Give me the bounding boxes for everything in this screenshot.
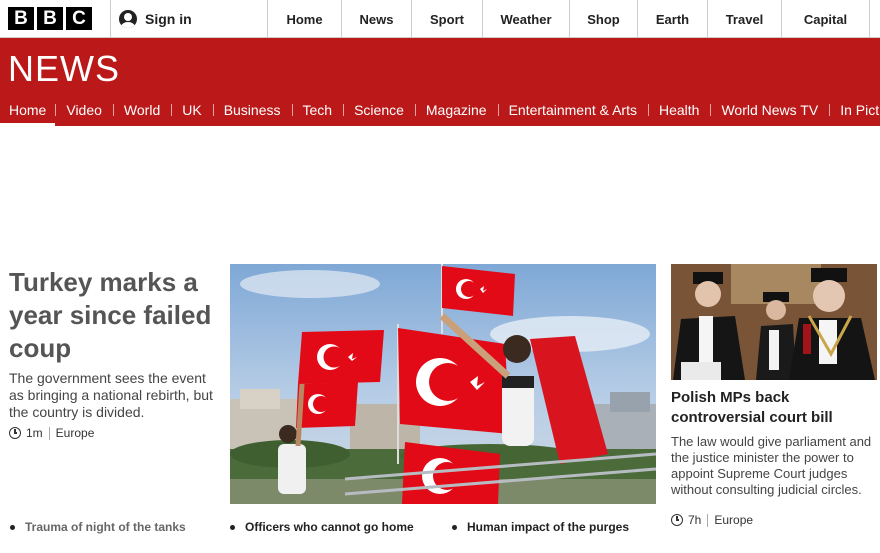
section-world-news-tv[interactable]: World News TV <box>710 100 829 120</box>
section-in-pictures[interactable]: In Pictures <box>829 100 880 120</box>
sign-in-link[interactable]: Sign in <box>110 0 268 38</box>
lead-story-headline[interactable]: Turkey marks a year since failed coup <box>9 266 219 365</box>
sign-in-label: Sign in <box>145 11 192 27</box>
section-nav: Home Video World UK Business Tech Scienc… <box>0 96 880 126</box>
news-masthead: NEWS Home Video World UK Business Tech S… <box>0 38 880 126</box>
user-avatar-icon <box>119 10 137 28</box>
lead-story-summary: The government sees the event as bringin… <box>9 370 213 420</box>
side-story-headline[interactable]: Polish MPs back controversial court bill <box>671 388 877 428</box>
top-nav: Home News Sport Weather Shop Earth Trave… <box>268 0 870 38</box>
side-story-summary: The law would give parliament and the ju… <box>671 434 872 497</box>
judges-photo <box>671 264 877 380</box>
lead-story-section-link[interactable]: Europe <box>56 426 95 440</box>
section-home[interactable]: Home <box>0 100 56 126</box>
related-link-3-label: Human impact of the purges <box>467 520 630 534</box>
section-uk[interactable]: UK <box>171 100 212 120</box>
top-nav-travel[interactable]: Travel <box>708 0 782 38</box>
related-link-1-label: Trauma of night of the tanks <box>25 520 186 534</box>
section-business[interactable]: Business <box>212 100 292 120</box>
top-nav-sport[interactable]: Sport <box>412 0 483 38</box>
section-world[interactable]: World <box>112 100 171 120</box>
top-nav-earth[interactable]: Earth <box>638 0 708 38</box>
bbc-logo[interactable]: B B C <box>8 7 92 30</box>
news-logo[interactable]: NEWS <box>8 48 120 90</box>
bullet-icon <box>230 524 235 530</box>
top-nav-weather[interactable]: Weather <box>483 0 570 38</box>
top-nav-shop[interactable]: Shop <box>570 0 638 38</box>
meta-separator <box>707 513 709 527</box>
bbc-logo-letter-2: B <box>37 7 63 30</box>
bbc-logo-letter-1: B <box>8 7 34 30</box>
related-link-1[interactable]: Trauma of night of the tanks <box>10 520 186 534</box>
clock-icon <box>9 427 21 439</box>
top-nav-capital[interactable]: Capital <box>782 0 870 38</box>
bullet-icon <box>10 524 15 530</box>
related-link-2-label: Officers who cannot go home <box>245 520 414 534</box>
section-health[interactable]: Health <box>648 100 710 120</box>
section-video[interactable]: Video <box>55 100 113 120</box>
lead-story-time: 1m <box>26 426 43 440</box>
section-magazine[interactable]: Magazine <box>414 100 498 120</box>
lead-story-meta: 1m Europe <box>9 426 94 440</box>
bullet-icon <box>452 524 457 530</box>
related-link-3[interactable]: Human impact of the purges <box>452 520 629 534</box>
side-story-image[interactable] <box>671 264 877 380</box>
section-tech[interactable]: Tech <box>291 100 344 120</box>
side-story-meta: 7h Europe <box>671 513 753 527</box>
top-nav-home[interactable]: Home <box>268 0 342 38</box>
meta-separator <box>48 426 50 440</box>
side-story-time: 7h <box>688 513 702 527</box>
top-bar: B B C Sign in Home News Sport Weather Sh… <box>0 0 880 38</box>
lead-story-image[interactable] <box>230 264 656 504</box>
bbc-logo-letter-3: C <box>66 7 92 30</box>
section-entertainment-arts[interactable]: Entertainment & Arts <box>497 100 648 120</box>
clock-icon <box>671 514 683 526</box>
turkish-flags-photo <box>230 264 656 504</box>
related-link-2[interactable]: Officers who cannot go home <box>230 520 414 534</box>
section-science[interactable]: Science <box>343 100 415 120</box>
top-nav-news[interactable]: News <box>342 0 412 38</box>
side-story-section-link[interactable]: Europe <box>714 513 753 527</box>
